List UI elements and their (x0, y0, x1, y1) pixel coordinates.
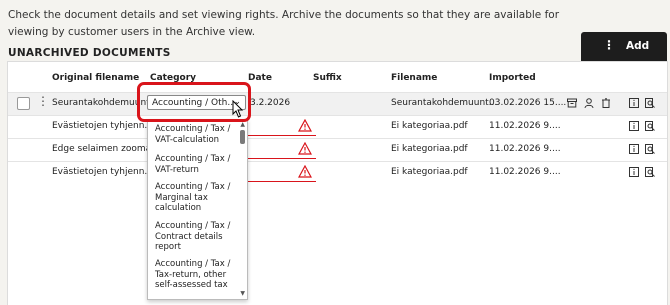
dropdown-option[interactable]: Accounting / Tax / VAT-calculation (155, 124, 235, 145)
dropdown-option[interactable]: Accounting / Tax / Tax-return, other sel… (155, 259, 235, 291)
col-category[interactable]: Category (150, 73, 196, 83)
scroll-down-icon[interactable]: ▼ (240, 290, 245, 297)
col-original-filename[interactable]: Original filename (52, 73, 139, 83)
original-filename: Evästietojen tyhjenn... (52, 167, 154, 177)
original-filename: Evästietojen tyhjenn... (52, 121, 154, 131)
kebab-icon: ⋮ (603, 38, 615, 52)
section-title: UNARCHIVED DOCUMENTS (8, 47, 171, 59)
preview-icon[interactable] (645, 144, 655, 154)
col-suffix[interactable]: Suffix (313, 73, 342, 83)
row-checkbox[interactable] (17, 97, 30, 110)
add-button[interactable]: ⋮ Add (581, 32, 667, 61)
filename: Ei kategoriaa.pdf (391, 121, 468, 131)
col-filename[interactable]: Filename (391, 73, 437, 83)
info-icon[interactable] (629, 98, 639, 108)
dropdown-option[interactable]: Accounting / Tax / Marginal tax calculat… (155, 182, 235, 214)
col-imported[interactable]: Imported (489, 73, 536, 83)
category-dropdown-list[interactable]: ▲ Accounting / Tax / VAT-calculation Acc… (147, 119, 248, 300)
imported: 11.02.2026 9.... (489, 144, 561, 154)
preview-icon[interactable] (645, 98, 655, 108)
dropdown-option[interactable]: Accounting / Tax / VAT-return (155, 154, 235, 175)
user-icon[interactable] (584, 98, 594, 108)
table-row: Evästietojen tyhjenn... Ei kategoriaa.pd… (8, 161, 667, 184)
documents-table: Original filename Category Date Suffix F… (7, 61, 668, 305)
date-error-underline (248, 135, 316, 136)
original-filename: Edge selaimen zooma... (52, 144, 160, 154)
intro-text: Check the document details and set viewi… (8, 9, 560, 38)
preview-icon[interactable] (645, 167, 655, 177)
info-icon[interactable] (629, 167, 639, 177)
dropdown-option[interactable]: Accounting / Tax / Contract details repo… (155, 221, 235, 253)
warning-icon (298, 165, 312, 178)
row-menu-icon[interactable]: ⋮ (37, 94, 49, 108)
table-row: Edge selaimen zooma... Ei kategoriaa.pdf… (8, 138, 667, 161)
original-filename: Seurantakohdemuunt... (52, 98, 159, 108)
warning-icon (298, 119, 312, 132)
preview-icon[interactable] (645, 121, 655, 131)
filename: Ei kategoriaa.pdf (391, 167, 468, 177)
archive-icon[interactable] (567, 98, 577, 108)
scroll-up-icon[interactable]: ▲ (240, 121, 245, 128)
imported: 11.02.2026 9.... (489, 167, 561, 177)
add-button-label: Add (626, 40, 650, 52)
imported: 03.02.2026 15.... (489, 98, 567, 108)
dropdown-scrollbar[interactable] (240, 130, 245, 144)
table-row: ⋮ Seurantakohdemuunt... Accounting / Oth… (8, 92, 667, 115)
filename: Ei kategoriaa.pdf (391, 144, 468, 154)
trash-icon[interactable] (601, 98, 611, 108)
table-row: Evästietojen tyhjenn... Ei kategoriaa.pd… (8, 115, 667, 138)
category-select-value: Accounting / Oth... (152, 98, 236, 108)
info-icon[interactable] (629, 121, 639, 131)
date-error-underline (248, 181, 316, 182)
warning-icon (298, 142, 312, 155)
info-icon[interactable] (629, 144, 639, 154)
imported: 11.02.2026 9.... (489, 121, 561, 131)
col-date[interactable]: Date (248, 73, 272, 83)
date-value[interactable]: 3.2.2026 (250, 98, 290, 108)
filename: Seurantakohdemuunt... (391, 98, 498, 108)
mouse-cursor-icon (232, 100, 244, 118)
date-error-underline (248, 158, 316, 159)
